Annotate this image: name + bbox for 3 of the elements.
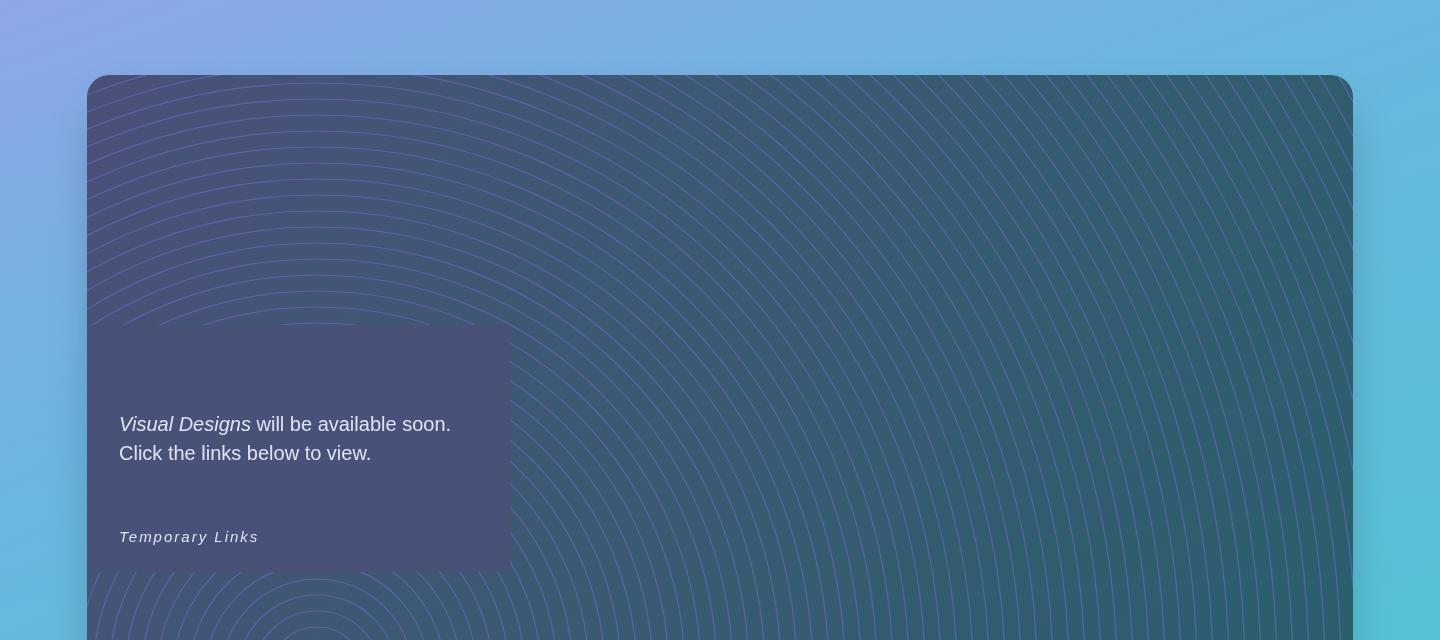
message-text: Click the links below to view. [119, 441, 373, 466]
section-heading: Temporary Links [119, 527, 261, 547]
message-text: Visual Designs will be available soon. [119, 412, 453, 437]
